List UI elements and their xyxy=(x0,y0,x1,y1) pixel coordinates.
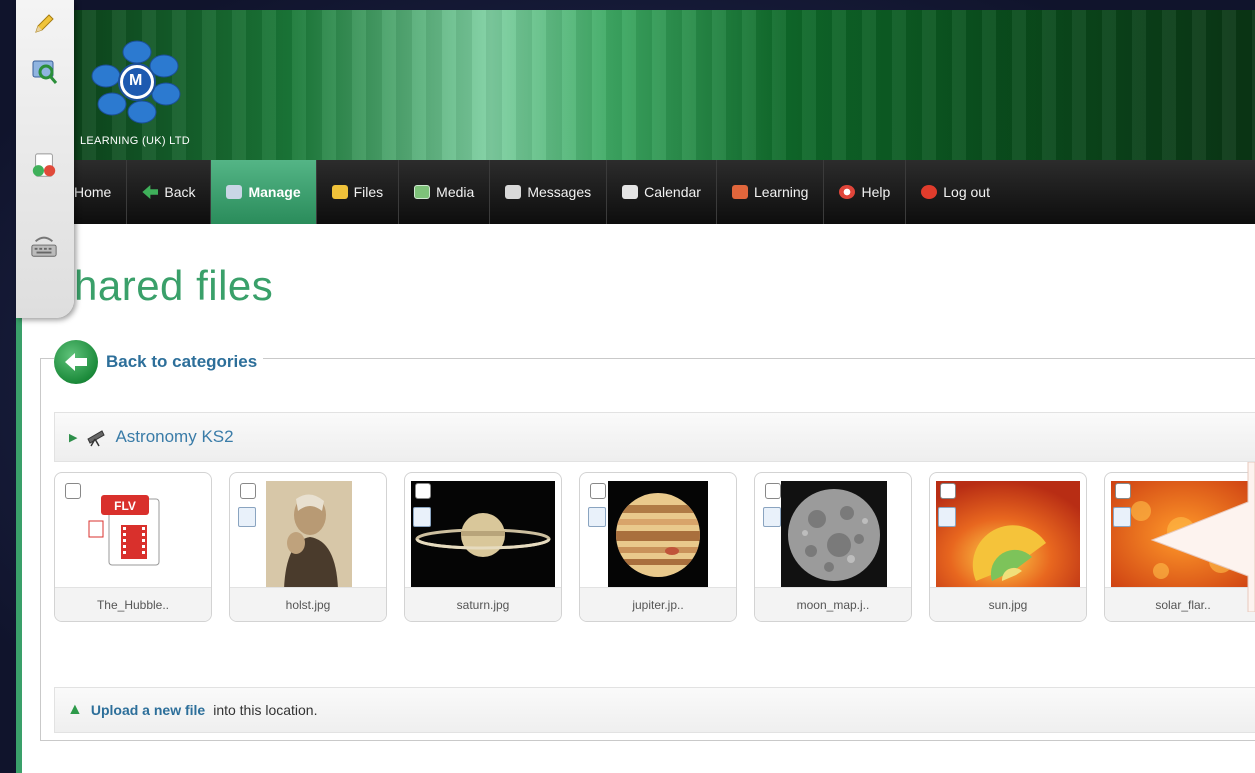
file-tile[interactable]: holst.jpg xyxy=(229,472,387,622)
file-checkbox[interactable] xyxy=(240,483,256,499)
image-file-icon xyxy=(413,507,431,527)
learning-icon xyxy=(731,185,748,199)
saturn-thumbnail xyxy=(411,481,555,589)
holst-thumbnail xyxy=(266,481,352,589)
flv-file-icon: FLV xyxy=(79,481,189,589)
nav-files[interactable]: Files xyxy=(317,160,400,224)
help-icon xyxy=(839,185,856,199)
upload-new-file-link[interactable]: Upload a new file xyxy=(91,702,205,718)
nav-learning[interactable]: Learning xyxy=(717,160,825,224)
nav-back-label: Back xyxy=(164,184,196,200)
manage-icon xyxy=(226,185,243,199)
upload-suffix-text: into this location. xyxy=(213,702,318,718)
file-checkbox[interactable] xyxy=(940,483,956,499)
logo-letter: M xyxy=(129,72,143,89)
file-name: sun.jpg xyxy=(930,587,1086,621)
image-file-icon xyxy=(938,507,956,527)
upload-bar: ▲ Upload a new file into this location. xyxy=(54,687,1255,733)
image-file-icon xyxy=(238,507,256,527)
image-file-icon xyxy=(1113,507,1131,527)
nav-manage-label: Manage xyxy=(248,184,301,200)
back-to-categories-link[interactable]: Back to categories xyxy=(54,340,264,384)
back-arrow-icon xyxy=(54,340,98,384)
nav-files-label: Files xyxy=(353,184,384,200)
nav-media-label: Media xyxy=(436,184,475,200)
messages-icon xyxy=(505,185,522,199)
logout-icon xyxy=(921,185,938,199)
category-label[interactable]: Astronomy KS2 xyxy=(115,427,233,447)
back-to-categories-label: Back to categories xyxy=(106,352,258,371)
nav-media[interactable]: Media xyxy=(399,160,491,224)
moon-thumbnail xyxy=(781,481,887,589)
floating-toolbar xyxy=(16,0,74,318)
image-file-icon xyxy=(588,507,606,527)
search-computer-icon[interactable] xyxy=(30,58,58,86)
callout-pointer xyxy=(1150,462,1255,612)
keyboard-icon[interactable] xyxy=(30,232,58,260)
file-tile[interactable]: saturn.jpg xyxy=(404,472,562,622)
telescope-icon xyxy=(87,430,106,447)
nav-calendar-label: Calendar xyxy=(644,184,701,200)
back-arrow-icon xyxy=(142,185,159,199)
file-checkbox[interactable] xyxy=(1115,483,1131,499)
category-breadcrumb[interactable]: ▶ Astronomy KS2 xyxy=(54,412,1255,462)
document-check-icon[interactable] xyxy=(30,152,58,180)
file-tile[interactable]: jupiter.jp.. xyxy=(579,472,737,622)
file-name: moon_map.j.. xyxy=(755,587,911,621)
nav-calendar[interactable]: Calendar xyxy=(607,160,717,224)
nav-logout-label: Log out xyxy=(943,184,990,200)
nav-learning-label: Learning xyxy=(753,184,809,200)
nav-help[interactable]: Help xyxy=(824,160,907,224)
file-name: jupiter.jp.. xyxy=(580,587,736,621)
media-icon xyxy=(414,185,431,199)
image-file-icon xyxy=(763,507,781,527)
nav-logout[interactable]: Log out xyxy=(906,160,1005,224)
file-checkbox[interactable] xyxy=(765,483,781,499)
files-icon xyxy=(331,185,348,199)
file-name: The_Hubble.. xyxy=(55,587,211,621)
nav-back[interactable]: Back xyxy=(127,160,212,224)
page-title: hared files xyxy=(74,262,274,309)
upload-arrow-icon[interactable]: ▲ xyxy=(67,701,83,719)
file-grid: FLV The_Hubble.. holst.jpg saturn.jpg ju… xyxy=(54,472,1255,622)
file-checkbox[interactable] xyxy=(65,483,81,499)
file-tile[interactable]: sun.jpg xyxy=(929,472,1087,622)
nav-messages-label: Messages xyxy=(527,184,592,200)
nav-home-label: Home xyxy=(74,184,112,200)
file-checkbox[interactable] xyxy=(415,483,431,499)
file-name: saturn.jpg xyxy=(405,587,561,621)
sun-thumbnail xyxy=(936,481,1080,589)
file-tile[interactable]: FLV The_Hubble.. xyxy=(54,472,212,622)
nav-messages[interactable]: Messages xyxy=(490,160,608,224)
expand-triangle-icon[interactable]: ▶ xyxy=(69,431,77,444)
pencil-icon[interactable] xyxy=(30,10,58,38)
svg-text:FLV: FLV xyxy=(114,499,136,513)
file-tile[interactable]: moon_map.j.. xyxy=(754,472,912,622)
company-name: LEARNING (UK) LTD xyxy=(80,135,191,147)
nav-manage[interactable]: Manage xyxy=(211,160,317,224)
file-checkbox[interactable] xyxy=(590,483,606,499)
calendar-icon xyxy=(622,185,639,199)
file-name: holst.jpg xyxy=(230,587,386,621)
main-nav: Home Back Manage Files Media Messages Ca… xyxy=(22,160,1255,224)
header-banner: M LEARNING (UK) LTD xyxy=(22,10,1255,160)
jupiter-thumbnail xyxy=(608,481,708,589)
nav-help-label: Help xyxy=(861,184,891,200)
